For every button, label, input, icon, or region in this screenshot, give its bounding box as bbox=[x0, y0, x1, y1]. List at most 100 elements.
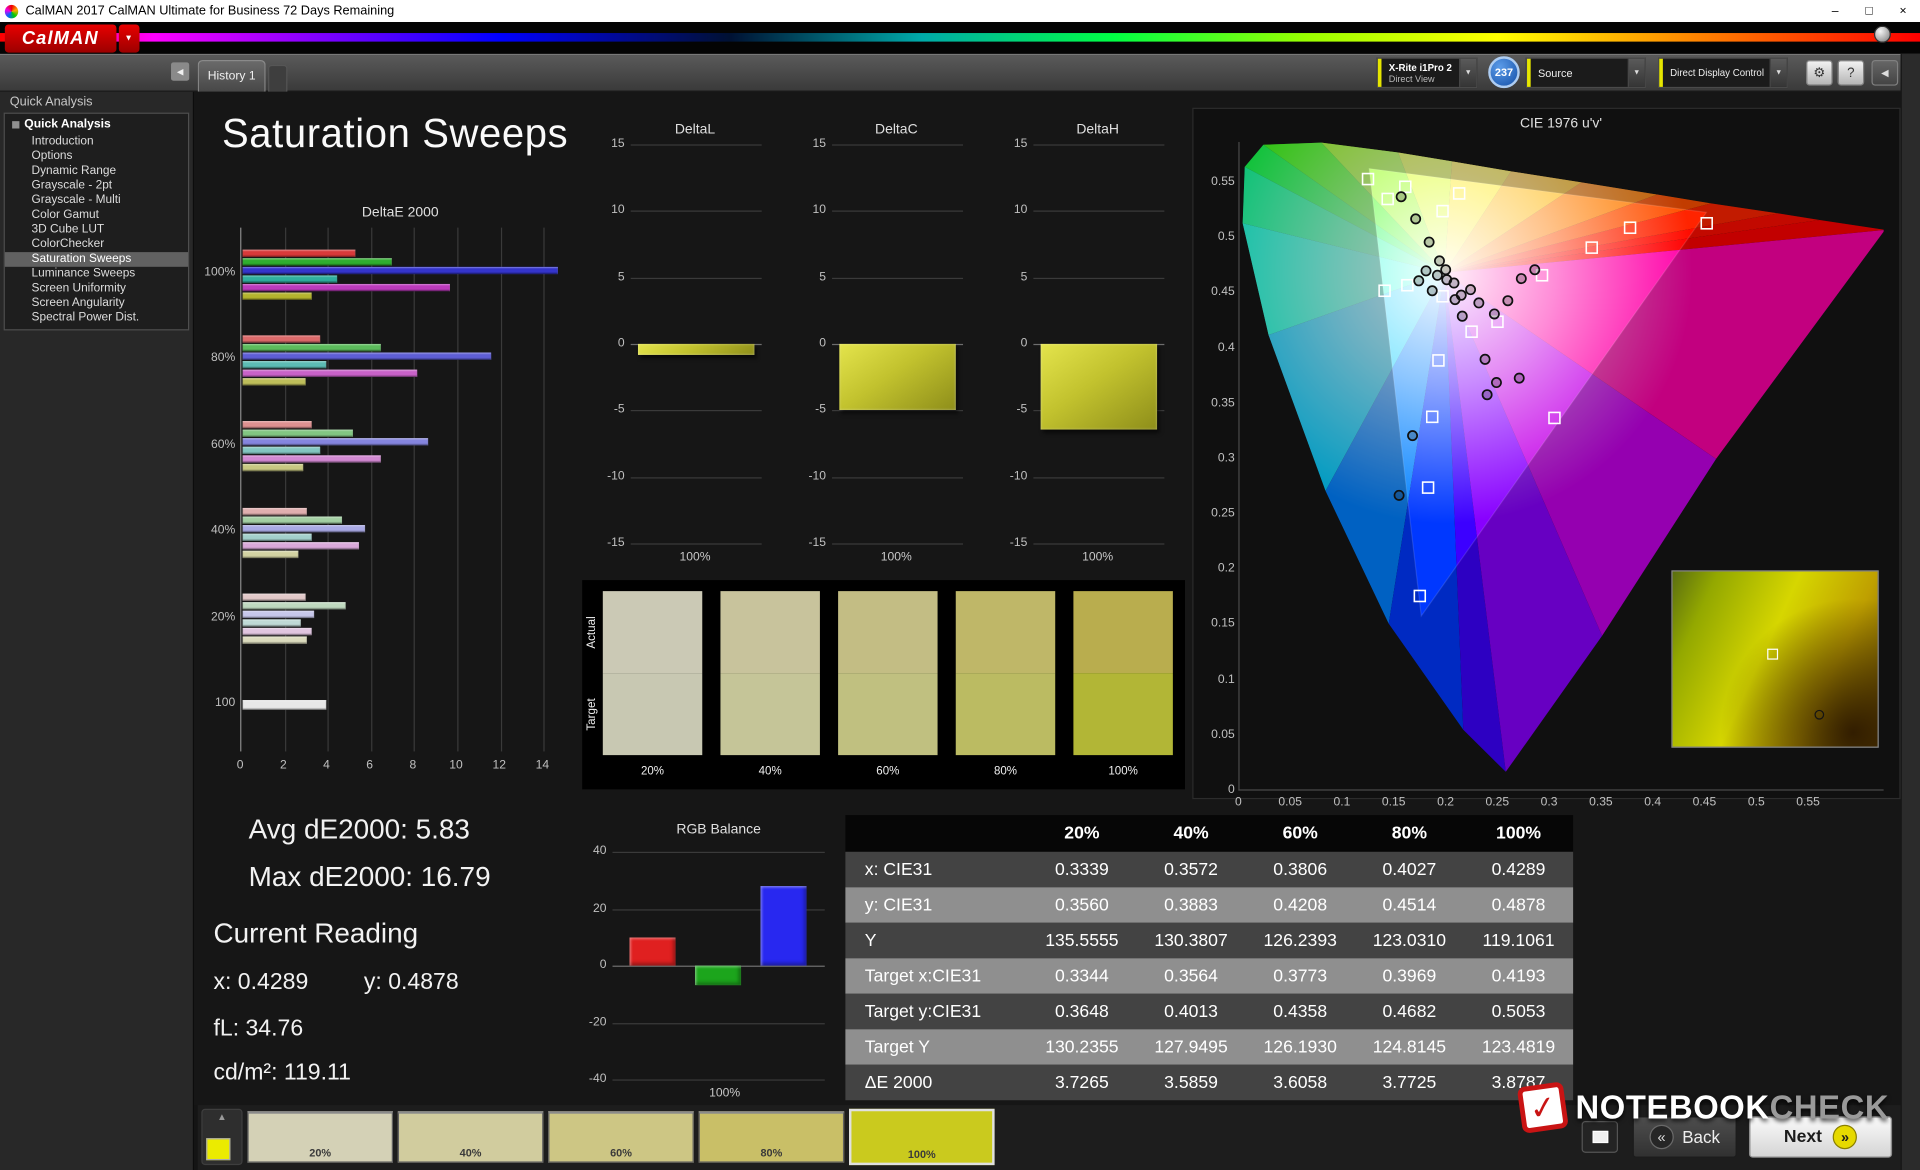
chevron-down-icon[interactable]: ▼ bbox=[1628, 59, 1645, 87]
table-cell: 119.1061 bbox=[1464, 923, 1573, 958]
next-button-label: Next bbox=[1784, 1127, 1822, 1147]
cie-measured-point bbox=[1458, 312, 1467, 321]
sidebar-item-grayscale-2pt[interactable]: Grayscale - 2pt bbox=[5, 179, 188, 194]
axis-tick-label: 40 bbox=[570, 844, 606, 857]
sidebar-item-spectral-power-dist-[interactable]: Spectral Power Dist. bbox=[5, 311, 188, 326]
gridline bbox=[414, 228, 415, 752]
axis-tick-label: 0.15 bbox=[1198, 617, 1234, 630]
sidebar-item-grayscale-multi[interactable]: Grayscale - Multi bbox=[5, 193, 188, 208]
tree-expander-icon[interactable] bbox=[12, 121, 19, 128]
sidebar-collapse-button[interactable]: ◀ bbox=[171, 62, 189, 80]
deltae-bar bbox=[243, 266, 558, 273]
table-cell: 0.3806 bbox=[1246, 852, 1355, 887]
sidebar-item-options[interactable]: Options bbox=[5, 149, 188, 164]
cie-measured-point bbox=[1394, 491, 1403, 500]
close-icon[interactable]: × bbox=[1886, 0, 1920, 22]
thumbnail-100%[interactable]: 100% bbox=[849, 1109, 995, 1165]
back-button[interactable]: « Back bbox=[1633, 1116, 1737, 1158]
meter-dropdown[interactable]: X-Rite i1Pro 2 Direct View ▼ bbox=[1377, 58, 1478, 89]
table-cell: 3.5859 bbox=[1136, 1065, 1245, 1100]
table-header-cell: 40% bbox=[1136, 815, 1245, 852]
table-row: y: CIE310.35600.38830.42080.45140.4878 bbox=[845, 887, 1573, 922]
thumbnail-60%[interactable]: 60% bbox=[548, 1111, 694, 1162]
table-cell: 0.4208 bbox=[1246, 887, 1355, 922]
table-cell: 0.3339 bbox=[1027, 852, 1136, 887]
sidebar-item-introduction[interactable]: Introduction bbox=[5, 135, 188, 150]
source-dropdown[interactable]: Source ▼ bbox=[1526, 58, 1646, 89]
thumbnail-label: 80% bbox=[700, 1147, 843, 1159]
deltae-x-axis: 02468101214 bbox=[187, 759, 587, 776]
table-cell: 0.3564 bbox=[1136, 958, 1245, 993]
table-row-label: Target x:CIE31 bbox=[845, 958, 1027, 993]
gridline bbox=[500, 228, 501, 752]
help-button[interactable]: ? bbox=[1838, 60, 1865, 86]
table-cell: 130.3807 bbox=[1136, 923, 1245, 958]
thumbnail-label: 100% bbox=[851, 1148, 992, 1160]
deltae-bar bbox=[243, 594, 306, 601]
thumbnail-40%[interactable]: 40% bbox=[398, 1111, 544, 1162]
minimize-icon[interactable]: – bbox=[1818, 0, 1852, 22]
gridline bbox=[285, 228, 286, 752]
table-row: Target y:CIE310.36480.40130.43580.46820.… bbox=[845, 994, 1573, 1029]
tree-root-label[interactable]: Quick Analysis bbox=[24, 117, 111, 130]
deltae-bar bbox=[243, 275, 338, 282]
sidebar-item-dynamic-range[interactable]: Dynamic Range bbox=[5, 164, 188, 179]
bottom-bar: ▲ 20%40%60% 80% 100% « Back Next » bbox=[198, 1105, 1901, 1170]
chevron-down-icon[interactable]: ▼ bbox=[1770, 59, 1787, 87]
maximize-icon[interactable]: □ bbox=[1852, 0, 1886, 22]
calman-logo-menu[interactable]: CalMAN ▼ bbox=[5, 24, 139, 52]
table-cell: 0.4358 bbox=[1246, 994, 1355, 1029]
gridline bbox=[631, 277, 762, 278]
right-panel-collapse-button[interactable]: ◀ bbox=[1871, 60, 1898, 86]
table-cell: 135.5555 bbox=[1027, 923, 1136, 958]
chevron-down-icon[interactable]: ▼ bbox=[118, 24, 139, 52]
rgb-chart-title: RGB Balance bbox=[613, 822, 825, 837]
deltal-chart: DeltaL 100% 151050-5-10-15 bbox=[588, 122, 770, 569]
swatch-actual bbox=[956, 591, 1055, 673]
gridline bbox=[457, 228, 458, 752]
axis-tick-label: 0 bbox=[1220, 796, 1256, 809]
swatch-tray-expander[interactable]: ▲ bbox=[201, 1109, 242, 1165]
sidebar-item-luminance-sweeps[interactable]: Luminance Sweeps bbox=[5, 267, 188, 282]
sidebar-item-saturation-sweeps[interactable]: Saturation Sweeps bbox=[5, 252, 188, 267]
tab-history-1[interactable]: History 1 bbox=[198, 60, 266, 92]
sidebar-item-screen-angularity[interactable]: Screen Angularity bbox=[5, 296, 188, 311]
gear-icon: ⚙ bbox=[1813, 65, 1825, 81]
deltae-bar bbox=[243, 352, 491, 359]
chevron-down-icon[interactable]: ▼ bbox=[1459, 59, 1476, 87]
calman-logo-text: CalMAN bbox=[5, 24, 116, 52]
sidebar: Quick Analysis Quick Analysis Introducti… bbox=[0, 92, 194, 1170]
gridline bbox=[631, 144, 762, 145]
table-cell: 0.4013 bbox=[1136, 994, 1245, 1029]
display-button[interactable] bbox=[1582, 1121, 1618, 1153]
deltal-chart-title: DeltaL bbox=[588, 122, 770, 137]
thumbnail-20%[interactable]: 20% bbox=[247, 1111, 393, 1162]
sidebar-item-colorchecker[interactable]: ColorChecker bbox=[5, 237, 188, 252]
cie-inset-measured-point bbox=[1814, 710, 1824, 720]
back-chevrons-icon: « bbox=[1649, 1125, 1673, 1149]
cie-measured-point bbox=[1466, 285, 1475, 294]
axis-tick-label: -10 bbox=[591, 470, 625, 483]
actual-row-label: Actual bbox=[585, 591, 600, 673]
sidebar-item-color-gamut[interactable]: Color Gamut bbox=[5, 208, 188, 223]
settings-button[interactable]: ⚙ bbox=[1806, 60, 1833, 86]
next-chevrons-icon: » bbox=[1833, 1125, 1857, 1149]
new-tab-stub[interactable] bbox=[268, 65, 287, 92]
sidebar-item-3d-cube-lut[interactable]: 3D Cube LUT bbox=[5, 223, 188, 238]
sidebar-item-screen-uniformity[interactable]: Screen Uniformity bbox=[5, 281, 188, 296]
meter-name: X-Rite i1Pro 2 bbox=[1389, 62, 1456, 73]
source-label: Source bbox=[1538, 67, 1624, 79]
swatch-target bbox=[603, 673, 702, 755]
thumbnail-80%[interactable]: 80% bbox=[699, 1111, 845, 1162]
axis-tick-label: 80% bbox=[187, 352, 236, 365]
deltae-bar bbox=[243, 430, 353, 437]
next-button[interactable]: Next » bbox=[1749, 1116, 1892, 1158]
cie-measured-point bbox=[1428, 286, 1437, 295]
deltae-bar bbox=[243, 369, 418, 376]
table-cell: 0.4289 bbox=[1464, 852, 1573, 887]
gridline bbox=[613, 1023, 825, 1024]
help-icon: ? bbox=[1847, 65, 1854, 80]
active-color-swatch bbox=[206, 1138, 230, 1160]
display-control-dropdown[interactable]: Direct Display Control ▼ bbox=[1658, 58, 1788, 89]
cie-measured-point bbox=[1441, 265, 1450, 274]
